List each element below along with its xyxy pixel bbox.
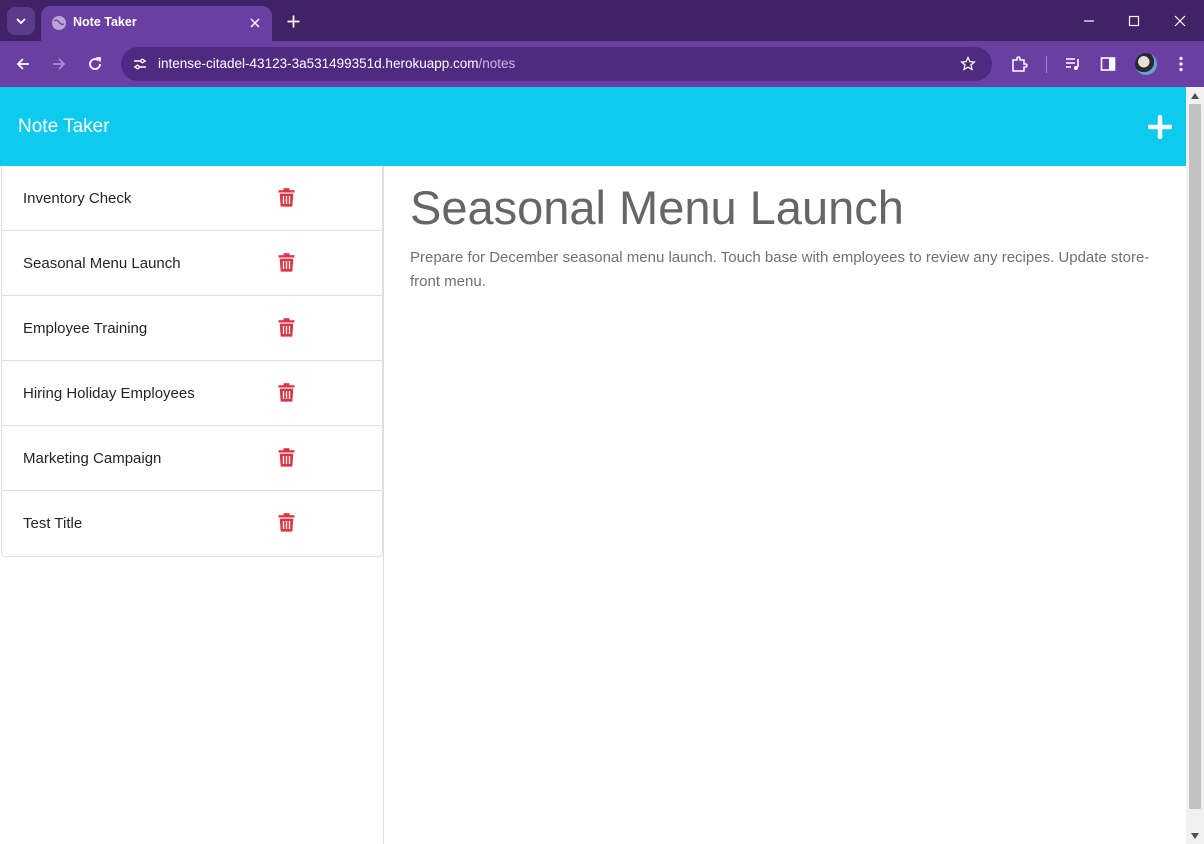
more-vert-icon: [1179, 56, 1183, 72]
reload-icon: [89, 57, 101, 70]
browser-toolbar: intense-citadel-43123-3a531499351d.herok…: [0, 41, 1204, 87]
note-list-item-title: Inventory Check: [23, 190, 132, 207]
minimize-button[interactable]: [1078, 10, 1100, 32]
back-button[interactable]: [11, 52, 35, 76]
note-list-item[interactable]: Marketing Campaign: [2, 426, 382, 491]
note-list-item-title: Employee Training: [23, 320, 148, 337]
notes-list: Inventory Check Seasonal Menu Launch Emp…: [1, 166, 383, 557]
app-brand[interactable]: Note Taker: [18, 116, 110, 138]
delete-note-button[interactable]: [277, 317, 295, 337]
extensions-button[interactable]: [1008, 53, 1030, 75]
site-info-button[interactable]: [129, 53, 151, 75]
page-viewport: Note Taker Inventory Check Seasonal Menu…: [0, 87, 1186, 844]
globe-icon: [52, 16, 66, 30]
tab-close-button[interactable]: [246, 14, 264, 32]
trash-icon: [278, 512, 294, 532]
profile-avatar[interactable]: [1135, 53, 1157, 75]
triangle-down-icon: [1191, 832, 1199, 839]
side-panel-button[interactable]: [1097, 53, 1119, 75]
maximize-icon: [1128, 15, 1140, 27]
media-button[interactable]: [1062, 53, 1084, 75]
delete-note-button[interactable]: [277, 187, 295, 207]
scroll-thumb[interactable]: [1189, 104, 1201, 809]
browser-tab[interactable]: Note Taker: [41, 6, 272, 41]
note-list-item[interactable]: Employee Training: [2, 296, 382, 361]
url-text: intense-citadel-43123-3a531499351d.herok…: [158, 56, 515, 71]
side-panel-icon: [1100, 57, 1116, 71]
trash-icon: [278, 187, 294, 207]
plus-icon: [287, 15, 299, 27]
arrow-left-icon: [16, 58, 29, 70]
note-list-item[interactable]: Hiring Holiday Employees: [2, 361, 382, 426]
bookmark-button[interactable]: [958, 54, 978, 74]
note-list-item-title: Seasonal Menu Launch: [23, 255, 181, 272]
url-host: intense-citadel-43123-3a531499351d.herok…: [158, 56, 479, 71]
star-icon: [960, 56, 976, 71]
puzzle-icon: [1012, 56, 1028, 72]
tab-title: Note Taker: [73, 15, 137, 29]
app-navbar: Note Taker: [0, 87, 1186, 166]
note-list-item[interactable]: Test Title: [2, 491, 382, 556]
plus-icon: [1148, 115, 1172, 139]
note-title[interactable]: Seasonal Menu Launch: [410, 180, 904, 235]
trash-icon: [278, 382, 294, 402]
scroll-down-button[interactable]: [1186, 827, 1204, 844]
menu-button[interactable]: [1170, 53, 1192, 75]
note-list-item[interactable]: Inventory Check: [2, 166, 382, 231]
queue-music-icon: [1066, 58, 1079, 70]
trash-icon: [278, 447, 294, 467]
address-bar[interactable]: intense-citadel-43123-3a531499351d.herok…: [121, 47, 992, 81]
reload-button[interactable]: [83, 52, 107, 76]
maximize-button[interactable]: [1123, 10, 1145, 32]
note-list-item-title: Hiring Holiday Employees: [23, 385, 195, 402]
forward-button[interactable]: [47, 52, 71, 76]
page-scrollbar[interactable]: [1186, 87, 1204, 844]
delete-note-button[interactable]: [277, 382, 295, 402]
delete-note-button[interactable]: [277, 252, 295, 272]
trash-icon: [278, 252, 294, 272]
url-path: /notes: [478, 56, 516, 71]
new-note-button[interactable]: [1146, 113, 1174, 141]
close-icon: [1174, 15, 1186, 27]
trash-icon: [278, 317, 294, 337]
triangle-up-icon: [1191, 92, 1199, 99]
note-list-item[interactable]: Seasonal Menu Launch: [2, 231, 382, 296]
note-detail: Seasonal Menu Launch Prepare for Decembe…: [384, 166, 1186, 844]
notes-sidebar: Inventory Check Seasonal Menu Launch Emp…: [0, 166, 384, 844]
window-close-button[interactable]: [1169, 10, 1191, 32]
note-text[interactable]: Prepare for December seasonal menu launc…: [410, 246, 1160, 294]
delete-note-button[interactable]: [277, 447, 295, 467]
note-list-item-title: Marketing Campaign: [23, 450, 162, 467]
close-icon: [250, 18, 260, 28]
note-list-item-title: Test Title: [23, 515, 83, 532]
scroll-up-button[interactable]: [1186, 87, 1204, 104]
tab-search-button[interactable]: [7, 7, 35, 35]
minimize-icon: [1084, 20, 1094, 22]
chevron-down-icon: [16, 18, 26, 25]
delete-note-button[interactable]: [277, 512, 295, 532]
toolbar-divider: [1046, 56, 1047, 73]
tune-icon: [134, 58, 146, 70]
new-tab-button[interactable]: [283, 11, 303, 31]
browser-tabstrip: Note Taker: [0, 0, 1204, 41]
arrow-right-icon: [53, 58, 66, 70]
